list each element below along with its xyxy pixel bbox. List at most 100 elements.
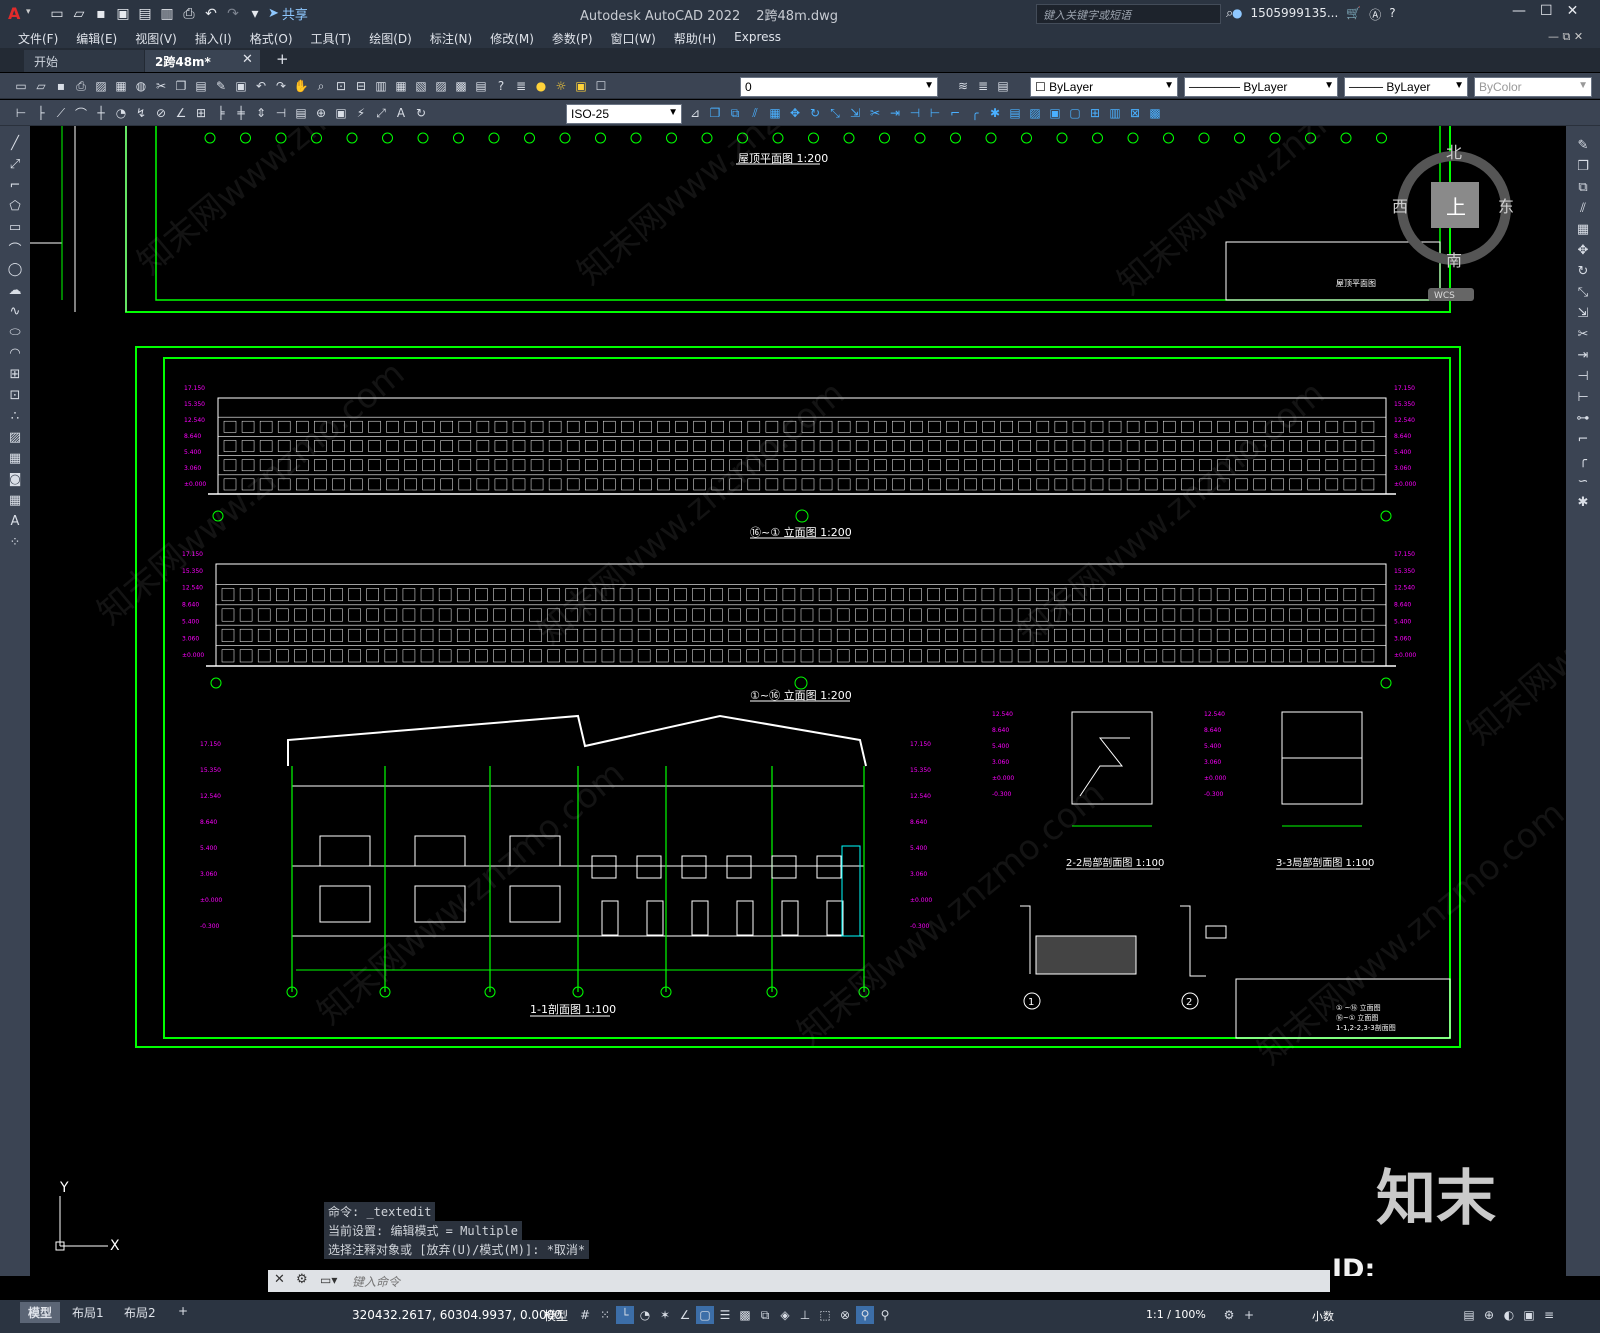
stretch-icon[interactable]: ⇲	[1572, 303, 1594, 323]
rectangle-icon[interactable]: ▭	[4, 217, 26, 237]
break-at-point-icon[interactable]: ⊶	[1572, 408, 1594, 428]
viewcube-south[interactable]: 南	[1446, 251, 1462, 270]
fillet-icon[interactable]: ╭	[966, 104, 984, 122]
layout-tab-2[interactable]: 布局2	[116, 1302, 164, 1323]
layout-tab-1[interactable]: 布局1	[64, 1302, 112, 1323]
clean-screen-icon[interactable]: ▣	[1520, 1306, 1538, 1324]
close-tab-icon[interactable]: ✕	[242, 52, 253, 67]
layout-tab-model[interactable]: 模型	[20, 1302, 61, 1323]
save-icon[interactable]: ▪	[52, 77, 70, 95]
spline-icon[interactable]: ∿	[4, 301, 26, 321]
erase-icon[interactable]: ✎	[1572, 135, 1594, 155]
calculator-icon[interactable]: ▤	[472, 77, 490, 95]
mirror-icon[interactable]: ⧉	[726, 104, 744, 122]
open-file-icon[interactable]: ▱	[70, 5, 88, 23]
inspection-icon[interactable]: ▣	[332, 104, 350, 122]
save-icon[interactable]: ▪	[92, 5, 110, 23]
user-area[interactable]: ● 1505999135... 🛒 Ⓐ ?	[1232, 6, 1396, 23]
chamfer-icon[interactable]: ⌐	[946, 104, 964, 122]
menu-help[interactable]: 帮助(H)	[674, 30, 716, 47]
new-tab-button[interactable]: +	[276, 50, 289, 68]
explode-icon[interactable]: ✱	[1572, 492, 1594, 512]
menu-draw[interactable]: 绘图(D)	[369, 30, 412, 47]
angular-icon[interactable]: ∠	[172, 104, 190, 122]
break-icon[interactable]: ⊣	[1572, 366, 1594, 386]
fillet-icon[interactable]: ╭	[1572, 450, 1594, 470]
tab-start[interactable]: 开始	[24, 50, 144, 72]
menu-express[interactable]: Express	[734, 30, 781, 47]
arc-length-icon[interactable]: ⌒	[72, 104, 90, 122]
center-mark-icon[interactable]: ⊕	[312, 104, 330, 122]
autoscale-icon[interactable]: ⚲	[876, 1306, 894, 1324]
menu-format[interactable]: 格式(O)	[250, 30, 293, 47]
rotate-icon[interactable]: ↻	[806, 104, 824, 122]
region-icon[interactable]: ◙	[4, 469, 26, 489]
continue-icon[interactable]: ╪	[232, 104, 250, 122]
gizmo-icon[interactable]: ⊗	[836, 1306, 854, 1324]
group-icon[interactable]: ▣	[1046, 104, 1064, 122]
redo-icon[interactable]: ↷	[224, 5, 242, 23]
osnap-icon[interactable]: ▢	[696, 1306, 714, 1324]
break-icon[interactable]: ⊣	[906, 104, 924, 122]
selection-cycling-icon[interactable]: ⧉	[756, 1306, 774, 1324]
isodraft-icon[interactable]: ✶	[656, 1306, 674, 1324]
color-dropdown[interactable]: ☐ ByLayer ▼	[1030, 77, 1178, 97]
ellipse-arc-icon[interactable]: ◠	[4, 343, 26, 363]
join-icon[interactable]: ⊢	[1572, 387, 1594, 407]
construction-line-icon[interactable]: ⤢	[4, 154, 26, 174]
coordinates-readout[interactable]: 320432.2617, 60304.9937, 0.0000	[352, 1308, 562, 1322]
viewcube-north[interactable]: 北	[1446, 143, 1462, 162]
print-icon[interactable]: ⎙	[180, 5, 198, 23]
3dosnap-icon[interactable]: ◈	[776, 1306, 794, 1324]
3d-print-icon[interactable]: ◍	[132, 77, 150, 95]
menu-parametric[interactable]: 参数(P)	[552, 30, 593, 47]
annotation-scale[interactable]: 1:1 / 100%	[1146, 1308, 1206, 1321]
dim-update-icon[interactable]: ↻	[412, 104, 430, 122]
diameter-icon[interactable]: ⊘	[152, 104, 170, 122]
array-icon[interactable]: ▦	[766, 104, 784, 122]
grid-icon[interactable]: #	[576, 1306, 594, 1324]
chamfer-icon[interactable]: ⌐	[1572, 429, 1594, 449]
sheetset-icon[interactable]: ▨	[432, 77, 450, 95]
gradient-icon[interactable]: ▦	[4, 448, 26, 468]
open-icon[interactable]: ▱	[32, 77, 50, 95]
plotstyle-dropdown[interactable]: ByColor ▼	[1474, 77, 1592, 97]
ellipse-icon[interactable]: ⬭	[4, 322, 26, 342]
image-icon[interactable]: ▩	[1146, 104, 1164, 122]
drawing-canvas[interactable]: 屋顶平面图 1:200 屋顶平面图 ① ~⑯ 立面图 ⑯~① 立面图 1-1,2…	[30, 126, 1566, 1276]
otrack-icon[interactable]: ∠	[676, 1306, 694, 1324]
linear-dim-icon[interactable]: ├	[32, 104, 50, 122]
scale-icon[interactable]: ⤡	[1572, 282, 1594, 302]
model-space-toggle[interactable]: 模型	[544, 1307, 568, 1324]
lineweight-dropdown[interactable]: ──── ByLayer ▼	[1344, 77, 1468, 97]
command-prompt-icon[interactable]: ▭▾	[320, 1273, 337, 1287]
layer-previous-icon[interactable]: ≣	[974, 77, 992, 95]
dimedit-icon[interactable]: ⤢	[372, 104, 390, 122]
app-store-icon[interactable]: Ⓐ	[1369, 6, 1381, 23]
hatch-edit-icon[interactable]: ▨	[1026, 104, 1044, 122]
minimize-icon[interactable]: —	[1512, 3, 1526, 19]
search-input[interactable]: 键入关键字或短语	[1036, 4, 1221, 24]
save-web-icon[interactable]: ▥	[158, 5, 176, 23]
dim-space-icon[interactable]: ⇕	[252, 104, 270, 122]
polygon-icon[interactable]: ⬠	[4, 196, 26, 216]
publish-icon[interactable]: ▦	[112, 77, 130, 95]
copy-icon[interactable]: ❐	[1572, 156, 1594, 176]
matchprop-icon[interactable]: ✎	[212, 77, 230, 95]
dimstyle-icon[interactable]: ⊿	[686, 104, 704, 122]
help-icon[interactable]: ?	[1389, 6, 1395, 23]
arc-icon[interactable]: ⌒	[4, 238, 26, 258]
mtext-icon[interactable]: A	[4, 511, 26, 531]
draworder-icon[interactable]: ▤	[1006, 104, 1024, 122]
make-current-icon[interactable]: ≋	[954, 77, 972, 95]
dim-break-icon[interactable]: ⊣	[272, 104, 290, 122]
attdef-icon[interactable]: ▥	[1106, 104, 1124, 122]
point-icon[interactable]: ∴	[4, 406, 26, 426]
customization-icon[interactable]: ≡	[1540, 1306, 1558, 1324]
mirror-icon[interactable]: ⧉	[1572, 177, 1594, 197]
toolpalettes-icon[interactable]: ▧	[412, 77, 430, 95]
help-icon[interactable]: ?	[492, 77, 510, 95]
zoom-window-icon[interactable]: ⊡	[332, 77, 350, 95]
jogged-icon[interactable]: ↯	[132, 104, 150, 122]
dynamic-ucs-icon[interactable]: ⊥	[796, 1306, 814, 1324]
